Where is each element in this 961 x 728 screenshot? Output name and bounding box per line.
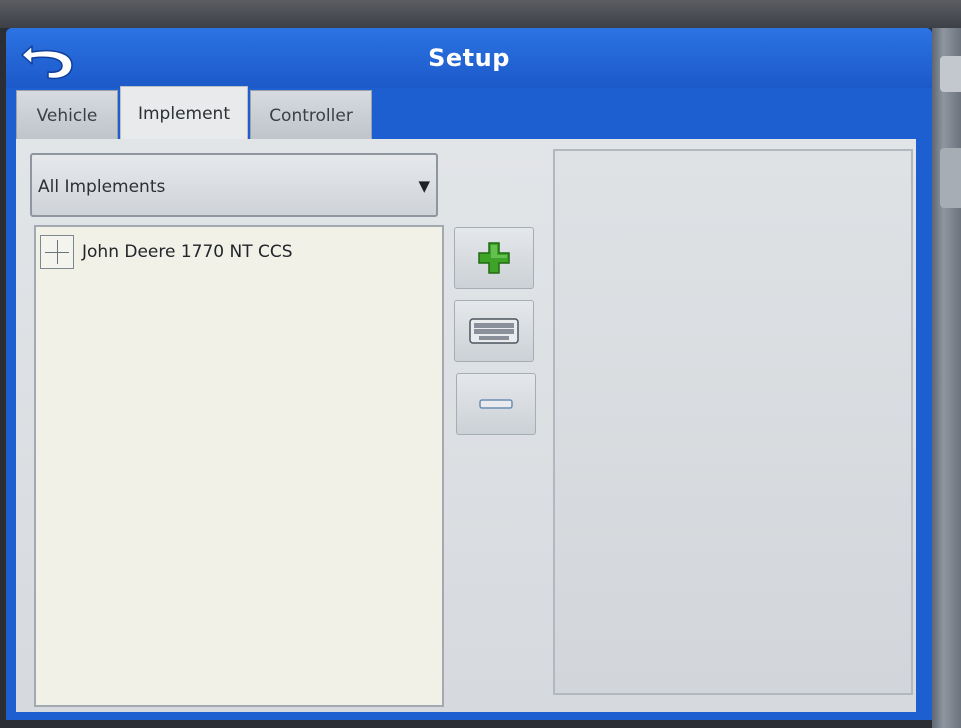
- tab-bar: Vehicle Implement Controller: [16, 86, 374, 140]
- remove-implement-button[interactable]: [456, 373, 536, 435]
- title-bar: Setup: [6, 28, 932, 88]
- display-bezel-right: [932, 28, 961, 728]
- side-tab: [940, 56, 961, 92]
- page-title: Setup: [428, 44, 510, 72]
- implement-list[interactable]: John Deere 1770 NT CCS: [34, 225, 444, 707]
- expand-icon[interactable]: [40, 235, 74, 269]
- side-tab: [940, 148, 961, 208]
- implement-details-panel: [553, 149, 913, 695]
- tab-controller[interactable]: Controller: [250, 90, 372, 140]
- minus-icon: [479, 399, 513, 409]
- keyboard-icon: [469, 318, 519, 344]
- list-item[interactable]: John Deere 1770 NT CCS: [40, 235, 293, 269]
- implement-filter-dropdown[interactable]: All Implements ▼: [30, 153, 438, 217]
- dropdown-value: All Implements: [38, 177, 166, 197]
- implement-label: John Deere 1770 NT CCS: [82, 242, 293, 262]
- chevron-down-icon: ▼: [418, 177, 430, 195]
- plus-icon: [478, 242, 510, 274]
- tab-vehicle[interactable]: Vehicle: [16, 90, 118, 140]
- implement-panel: All Implements ▼ John Deere 1770 NT CCS: [16, 139, 916, 712]
- tab-implement[interactable]: Implement: [120, 86, 248, 140]
- rename-implement-button[interactable]: [454, 300, 534, 362]
- display-bezel-top: [0, 0, 961, 28]
- add-implement-button[interactable]: [454, 227, 534, 289]
- setup-window: Setup Vehicle Implement Controller All I…: [6, 28, 932, 720]
